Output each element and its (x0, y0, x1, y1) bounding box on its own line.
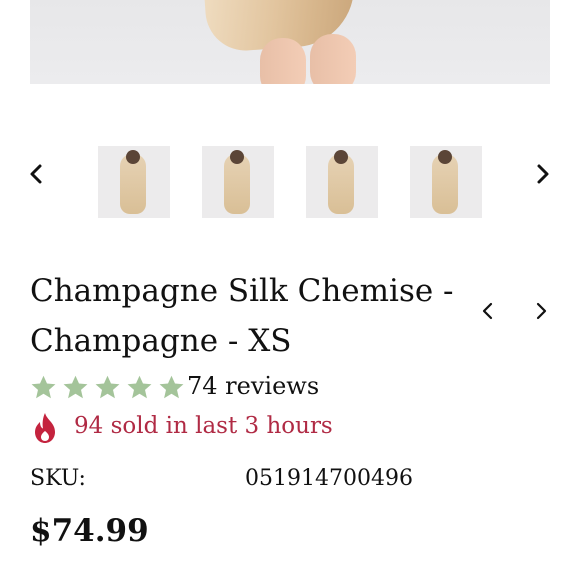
star-icon (127, 375, 152, 399)
star-icon (95, 375, 120, 399)
thumbnail-4[interactable] (410, 146, 482, 218)
chevron-right-icon (536, 302, 547, 320)
thumbnail-head (126, 150, 140, 164)
thumbnail-head (438, 150, 452, 164)
sku-label: SKU: (30, 466, 86, 491)
carousel-next-button[interactable] (531, 162, 555, 186)
thumbnail-2[interactable] (202, 146, 274, 218)
chevron-left-icon (30, 164, 42, 184)
carousel-prev-button[interactable] (24, 162, 48, 186)
next-product-button[interactable] (534, 300, 554, 324)
leg-graphic (260, 38, 306, 84)
product-title-line-2: Champagne - XS (30, 323, 292, 359)
star-icon (63, 375, 88, 399)
prev-product-button[interactable] (481, 300, 501, 324)
leg-graphic (310, 34, 356, 84)
thumbnail-head (334, 150, 348, 164)
star-icon (31, 375, 56, 399)
product-main-image[interactable] (30, 0, 550, 84)
fire-icon (35, 413, 55, 443)
reviews-link[interactable]: 74 reviews (187, 372, 319, 400)
thumbnail-1[interactable] (98, 146, 170, 218)
star-icon (159, 375, 184, 399)
sold-count-text: 94 sold in last 3 hours (74, 413, 333, 439)
product-price: $74.99 (30, 513, 149, 549)
rating-stars[interactable] (30, 374, 185, 401)
thumbnail-head (230, 150, 244, 164)
thumbnail-3[interactable] (306, 146, 378, 218)
sku-value: 051914700496 (245, 466, 413, 491)
product-title: Champagne Silk Chemise - Champagne - XS (30, 266, 460, 366)
chevron-right-icon (537, 164, 549, 184)
chevron-left-icon (482, 302, 493, 320)
product-title-line-1: Champagne Silk Chemise - (30, 273, 454, 309)
